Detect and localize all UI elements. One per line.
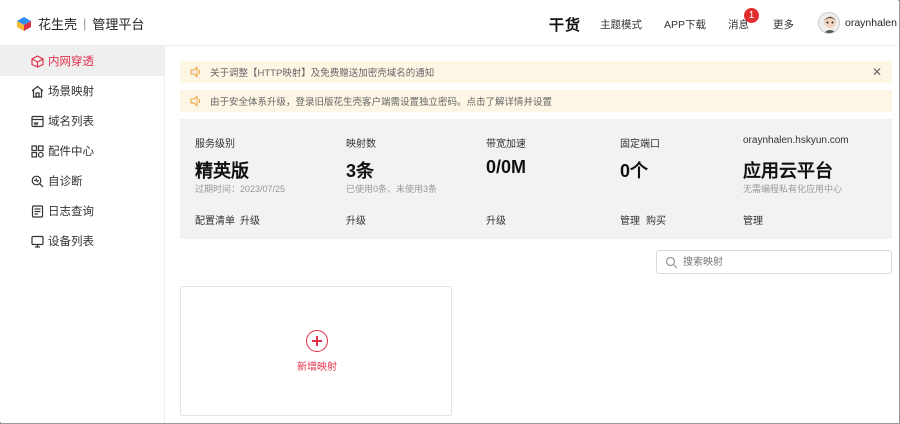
sidebar-item-domains[interactable]: 域名列表 [0, 106, 165, 136]
notice-banner-security[interactable]: 由于安全体系升级，登录旧版花生壳客户端需设置独立密码。点击了解详情并设置 [180, 90, 892, 112]
sidebar-item-label: 内网穿透 [48, 56, 94, 68]
monitor-icon [31, 235, 44, 248]
sidebar-item-diagnose[interactable]: 自诊断 [0, 166, 165, 196]
stat-value: 精英版 [195, 161, 249, 181]
product-name: 管理平台 [92, 17, 145, 32]
sidebar-item-intranet[interactable]: 内网穿透 [0, 46, 165, 76]
account-stats-panel: 服务级别 精英版 过期时间：2023/07/25 配置清单 升级 映射数 3条 … [180, 119, 892, 239]
notice-text[interactable]: 由于安全体系升级，登录旧版花生壳客户端需设置独立密码。点击了解详情并设置 [210, 94, 552, 108]
search-icon [665, 256, 678, 269]
sidebar-item-accessories[interactable]: 配件中心 [0, 136, 165, 166]
stat-label: oraynhalen.hskyun.com [743, 135, 849, 146]
manage-cloud-link[interactable]: 管理 [743, 212, 763, 227]
house-icon [31, 85, 44, 98]
notice-text[interactable]: 关于调整【HTTP映射】及免费赠送加密壳域名的通知 [210, 65, 434, 79]
stat-label: 服务级别 [195, 139, 235, 150]
sidebar-item-scene[interactable]: 场景映射 [0, 76, 165, 106]
stat-sub: 无需编程私有化应用中心 [743, 184, 843, 194]
top-header: 花生壳 | 管理平台 干货 主题模式 APP下载 消息 1 更多 oraynha… [0, 0, 898, 46]
diagnose-icon [31, 175, 44, 188]
logo-icon [16, 16, 32, 32]
sidebar-item-logs[interactable]: 日志查询 [0, 196, 165, 226]
brand-logo[interactable]: 花生壳 | 管理平台 [16, 14, 144, 33]
avatar[interactable] [818, 12, 840, 34]
speaker-icon [190, 95, 202, 107]
config-list-link[interactable]: 配置清单 [195, 212, 235, 227]
nav-more[interactable]: 更多 [773, 17, 794, 32]
sidebar-item-label: 自诊断 [48, 176, 83, 188]
sidebar-item-label: 场景映射 [48, 86, 94, 98]
brand-name: 花生壳 [38, 17, 78, 32]
stat-value: 0个 [620, 161, 649, 181]
cube-icon [31, 54, 44, 68]
upgrade-bandwidth-link[interactable]: 升级 [486, 212, 506, 227]
sidebar: 内网穿透 场景映射 域名列表 配件中心 自诊断 日志查询 设备列表 [0, 46, 165, 422]
close-icon[interactable]: ✕ [872, 65, 882, 79]
search-box[interactable] [656, 250, 892, 274]
search-input[interactable] [683, 254, 883, 270]
buy-port-link[interactable]: 购买 [646, 212, 666, 227]
notice-banner-http[interactable]: 关于调整【HTTP映射】及免费赠送加密壳域名的通知 ✕ [180, 61, 892, 83]
stat-sub: 已使用0条、未使用3条 [346, 184, 438, 194]
sidebar-item-label: 日志查询 [48, 206, 94, 218]
sidebar-item-label: 设备列表 [48, 236, 94, 248]
stat-label: 带宽加速 [486, 139, 526, 150]
plus-circle-icon[interactable] [306, 330, 328, 352]
stat-value: 3条 [346, 161, 375, 181]
sidebar-item-devices[interactable]: 设备列表 [0, 226, 165, 256]
stat-label: 固定端口 [620, 139, 660, 150]
grid-icon [31, 144, 44, 158]
upgrade-mappings-link[interactable]: 升级 [346, 212, 366, 227]
add-mapping-card[interactable]: 新增映射 [180, 286, 452, 416]
sidebar-item-label: 配件中心 [48, 146, 94, 158]
stat-sub: 过期时间：2023/07/25 [195, 184, 286, 194]
sidebar-item-label: 域名列表 [48, 116, 94, 128]
add-mapping-label[interactable]: 新增映射 [181, 358, 453, 373]
www-icon [31, 115, 44, 128]
username[interactable]: oraynhalen [845, 17, 897, 29]
log-icon [31, 204, 44, 218]
manage-port-link[interactable]: 管理 [620, 212, 640, 227]
nav-theme-mode[interactable]: 主题模式 [600, 17, 642, 32]
stat-label: 映射数 [346, 139, 376, 150]
message-badge: 1 [744, 8, 759, 23]
speaker-icon [190, 66, 202, 78]
main-content: 关于调整【HTTP映射】及免费赠送加密壳域名的通知 ✕ 由于安全体系升级，登录旧… [166, 47, 898, 422]
brand-separator: | [83, 16, 87, 31]
upgrade-service-link[interactable]: 升级 [240, 212, 260, 227]
stat-value: 应用云平台 [743, 161, 833, 181]
nav-app-download[interactable]: APP下载 [664, 17, 706, 32]
ganhuo-link[interactable]: 干货 [549, 14, 581, 35]
stat-value: 0/0M [486, 157, 527, 177]
